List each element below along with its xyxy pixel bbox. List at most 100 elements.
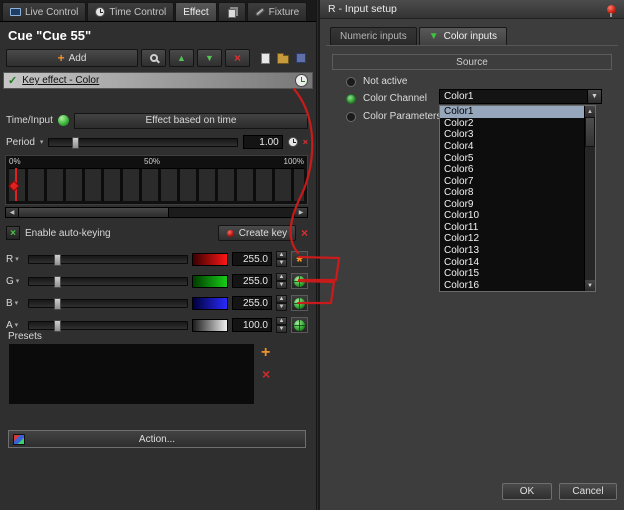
channel-g-input-setup-button[interactable] (291, 273, 308, 289)
search-button[interactable] (141, 49, 166, 67)
delete-effect-button[interactable]: × (225, 49, 250, 67)
combo-value: Color1 (440, 91, 587, 102)
channel-a-input-setup-button[interactable] (291, 317, 308, 333)
dropdown-item-color6[interactable]: Color6 (440, 164, 584, 176)
scrollbar-thumb[interactable] (585, 117, 595, 147)
enable-autokey-checkbox[interactable]: × (6, 226, 20, 240)
scroll-up-icon[interactable]: ▲ (585, 106, 595, 117)
effect-clock-icon[interactable] (295, 74, 308, 87)
move-down-button[interactable]: ▼ (197, 49, 222, 67)
green-down-arrow-icon: ▼ (429, 32, 439, 42)
slider-handle[interactable] (54, 320, 61, 332)
channel-r-input-setup-button[interactable]: * (291, 251, 308, 267)
delete-key-icon[interactable]: × (301, 227, 308, 239)
dropdown-item-color12[interactable]: Color12 (440, 233, 584, 245)
channel-row-b: B▾ 255.0 ▲ ▼ (6, 292, 308, 314)
stepper-down[interactable]: ▼ (276, 281, 287, 289)
dropdown-item-color7[interactable]: Color7 (440, 175, 584, 187)
channel-caret-icon[interactable]: ▾ (15, 321, 19, 329)
period-caret-icon[interactable]: ▾ (40, 138, 44, 146)
presets-list[interactable] (8, 343, 255, 405)
tab-numeric-inputs[interactable]: Numeric inputs (330, 27, 417, 46)
dropdown-item-color1[interactable]: Color1 (440, 106, 584, 118)
channel-a-value[interactable]: 100.0 (232, 318, 272, 332)
timeline-scrollbar[interactable]: ◀ ▶ (5, 207, 308, 218)
dropdown-item-color4[interactable]: Color4 (440, 141, 584, 153)
dropdown-item-color3[interactable]: Color3 (440, 129, 584, 141)
channel-b-input-setup-button[interactable] (291, 295, 308, 311)
scroll-left-button[interactable]: ◀ (6, 208, 19, 217)
tab-live-control[interactable]: Live Control (2, 2, 86, 21)
dropdown-item-color11[interactable]: Color11 (440, 222, 584, 234)
cancel-button[interactable]: Cancel (559, 483, 617, 500)
stepper-up[interactable]: ▲ (276, 317, 287, 325)
dropdown-item-color8[interactable]: Color8 (440, 187, 584, 199)
stepper-down[interactable]: ▼ (276, 259, 287, 267)
scrollbar-thumb[interactable] (19, 208, 169, 217)
period-slider-handle[interactable] (72, 137, 79, 149)
option-not-active[interactable]: Not active (346, 75, 407, 88)
dropdown-item-color14[interactable]: Color14 (440, 256, 584, 268)
tab-time-control[interactable]: Time Control (87, 2, 174, 21)
tab-copy[interactable] (218, 2, 246, 21)
tab-color-inputs[interactable]: ▼ Color inputs (419, 27, 507, 46)
slider-handle[interactable] (54, 276, 61, 288)
key-effect-item[interactable]: ✓ Key effect - Color (3, 72, 313, 89)
delete-preset-icon[interactable]: × (262, 366, 270, 382)
channel-b-slider[interactable] (28, 299, 188, 308)
move-up-button[interactable]: ▲ (169, 49, 194, 67)
scroll-down-icon[interactable]: ▼ (585, 280, 595, 291)
open-folder-icon[interactable] (277, 55, 289, 64)
stepper-up[interactable]: ▲ (276, 273, 287, 281)
combo-dropdown-icon[interactable]: ▼ (587, 90, 601, 103)
radio-not-active[interactable] (346, 77, 356, 87)
channel-caret-icon[interactable]: ▾ (15, 299, 19, 307)
tab-fixture[interactable]: Fixture (247, 2, 308, 21)
effect-based-on-time-button[interactable]: Effect based on time (74, 113, 308, 129)
add-preset-icon[interactable]: + (261, 344, 270, 362)
save-icon[interactable] (296, 53, 306, 63)
stepper-down[interactable]: ▼ (276, 325, 287, 333)
scroll-right-button[interactable]: ▶ (294, 208, 307, 217)
channel-caret-icon[interactable]: ▾ (16, 277, 20, 285)
period-clear-icon[interactable]: × (303, 137, 308, 147)
channel-r-slider[interactable] (28, 255, 188, 264)
stepper-down[interactable]: ▼ (276, 303, 287, 311)
ok-button[interactable]: OK (502, 483, 552, 500)
period-label: Period (6, 137, 35, 148)
stepper-up[interactable]: ▲ (276, 251, 287, 259)
create-key-button[interactable]: Create key (218, 225, 296, 241)
dropdown-item-color13[interactable]: Color13 (440, 245, 584, 257)
channel-g-slider[interactable] (28, 277, 188, 286)
channel-g-value[interactable]: 255.0 (232, 274, 272, 288)
channel-b-value[interactable]: 255.0 (232, 296, 272, 310)
channel-caret-icon[interactable]: ▾ (15, 255, 19, 263)
color-channel-combo[interactable]: Color1 ▼ (439, 89, 602, 104)
dropdown-item-color15[interactable]: Color15 (440, 268, 584, 280)
dropdown-item-color9[interactable]: Color9 (440, 199, 584, 211)
tab-effect[interactable]: Effect (175, 2, 216, 21)
option-color-channel[interactable]: Color Channel (346, 92, 427, 105)
dropdown-item-color16[interactable]: Color16 (440, 279, 584, 291)
dropdown-item-color2[interactable]: Color2 (440, 118, 584, 130)
red-dot-icon (227, 230, 234, 237)
radio-color-parameters[interactable] (346, 112, 356, 122)
action-button[interactable]: Action... (8, 430, 306, 448)
new-file-icon[interactable] (261, 53, 270, 64)
channel-r-value[interactable]: 255.0 (232, 252, 272, 266)
slider-handle[interactable] (54, 254, 61, 266)
radio-color-channel[interactable] (346, 94, 356, 104)
dropdown-scrollbar[interactable]: ▲ ▼ (584, 106, 595, 291)
period-slider[interactable] (48, 138, 237, 147)
channel-a-slider[interactable] (28, 321, 188, 330)
slider-handle[interactable] (54, 298, 61, 310)
timeline[interactable]: 0% 50% 100% (5, 155, 308, 205)
scrollbar-track[interactable] (585, 117, 595, 280)
dropdown-item-color10[interactable]: Color10 (440, 210, 584, 222)
stepper-up[interactable]: ▲ (276, 295, 287, 303)
add-button[interactable]: + Add (6, 49, 138, 67)
period-clock-icon[interactable] (288, 137, 298, 147)
period-value[interactable]: 1.00 (243, 135, 283, 149)
dropdown-item-color5[interactable]: Color5 (440, 152, 584, 164)
pin-icon[interactable] (607, 5, 616, 14)
